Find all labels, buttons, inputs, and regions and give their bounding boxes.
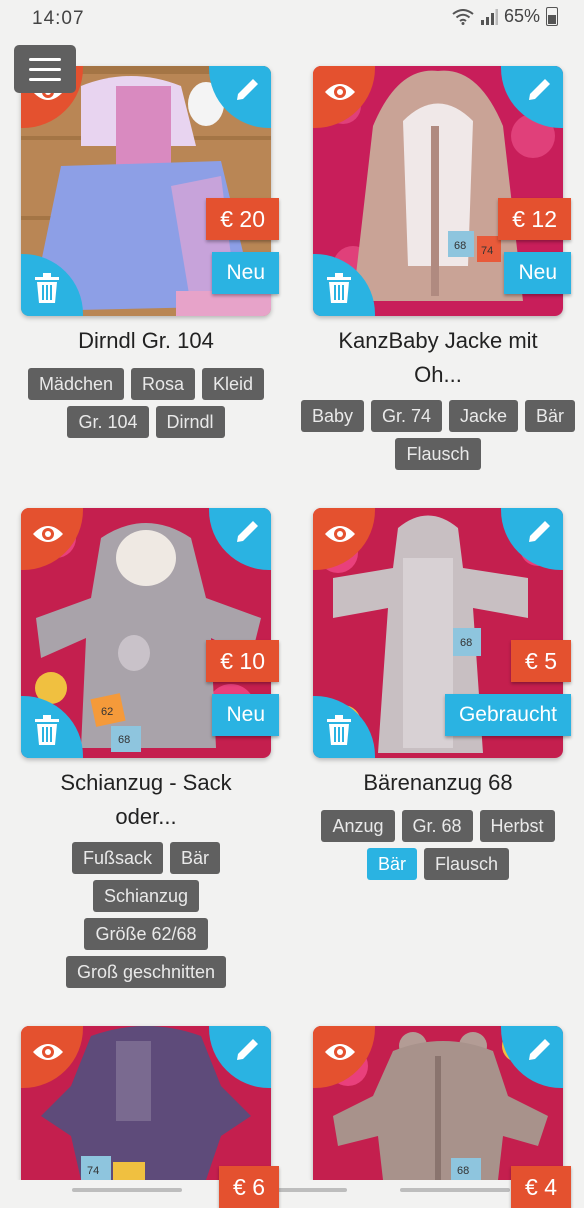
- battery-percent: 65%: [503, 6, 540, 26]
- tag-list: Anzug Gr. 68 Herbst Bär Flausch: [293, 810, 583, 880]
- status-bar: 14:07 65%: [0, 0, 584, 36]
- status-time: 14:07: [32, 8, 85, 29]
- photo-label: 74: [481, 245, 493, 257]
- item-title[interactable]: Bärenanzug 68: [303, 766, 573, 800]
- price-badge: € 10: [206, 640, 279, 682]
- tag[interactable]: Gr. 74: [370, 400, 442, 432]
- tag-selected[interactable]: Bär: [366, 848, 417, 880]
- photo-label: 68: [454, 240, 466, 252]
- nav-recents-indicator[interactable]: [400, 1188, 510, 1192]
- price-badge: € 12: [498, 198, 571, 240]
- item-title[interactable]: KanzBaby Jacke mit Oh...: [323, 324, 553, 392]
- item-title[interactable]: Schianzug - Sack oder...: [41, 766, 251, 834]
- tag[interactable]: Flausch: [395, 438, 481, 470]
- tag[interactable]: Flausch: [423, 848, 510, 880]
- tag[interactable]: Baby: [300, 400, 364, 432]
- tag-list: Baby Gr. 74 Jacke Bär Flausch: [293, 400, 583, 470]
- photo-label: 74: [87, 1165, 99, 1177]
- eye-icon: [325, 526, 355, 542]
- photo-label: 62: [101, 706, 113, 718]
- price-badge: € 5: [511, 640, 571, 682]
- price-badge: € 4: [511, 1166, 571, 1208]
- pencil-icon: [529, 1039, 550, 1060]
- pencil-icon: [237, 521, 258, 542]
- tag[interactable]: Fußsack: [71, 842, 163, 874]
- tag[interactable]: Rosa: [131, 368, 196, 400]
- tag[interactable]: Dirndl: [155, 406, 225, 438]
- photo-label: 68: [118, 734, 130, 746]
- signal-icon: [480, 8, 498, 25]
- tag[interactable]: Schianzug: [92, 880, 200, 912]
- item-title[interactable]: Dirndl Gr. 104: [11, 324, 281, 358]
- eye-icon: [325, 84, 355, 100]
- system-nav-bar: [0, 1180, 584, 1200]
- tag-list: Mädchen Rosa Kleid Gr. 104 Dirndl: [1, 368, 291, 438]
- eye-icon: [325, 1044, 355, 1060]
- tag[interactable]: Gr. 104: [67, 406, 149, 438]
- tag[interactable]: Bär: [525, 400, 576, 432]
- price-badge: € 6: [219, 1166, 279, 1208]
- photo-label: 68: [460, 637, 472, 649]
- price-badge: € 20: [206, 198, 279, 240]
- tag[interactable]: Mädchen: [27, 368, 124, 400]
- trash-icon: [327, 273, 351, 303]
- trash-icon: [327, 715, 351, 745]
- pencil-icon: [529, 79, 550, 100]
- tag[interactable]: Kleid: [202, 368, 265, 400]
- photo-label: 68: [457, 1165, 469, 1177]
- battery-icon: [546, 7, 558, 26]
- trash-icon: [35, 273, 59, 303]
- pencil-icon: [237, 79, 258, 100]
- nav-back-indicator[interactable]: [72, 1188, 182, 1192]
- condition-badge: Neu: [212, 252, 279, 294]
- condition-badge: Neu: [212, 694, 279, 736]
- item-photo[interactable]: 68: [313, 1026, 563, 1180]
- trash-icon: [35, 715, 59, 745]
- pencil-icon: [237, 1039, 258, 1060]
- tag[interactable]: Herbst: [479, 810, 555, 842]
- eye-icon: [33, 1044, 63, 1060]
- hamburger-menu-icon[interactable]: [14, 45, 76, 93]
- tag[interactable]: Größe 62/68: [84, 918, 208, 950]
- tag[interactable]: Anzug: [321, 810, 395, 842]
- tag[interactable]: Groß geschnitten: [65, 956, 227, 988]
- pencil-icon: [529, 521, 550, 542]
- item-photo[interactable]: 74: [21, 1026, 271, 1180]
- condition-badge: Neu: [504, 252, 571, 294]
- eye-icon: [33, 526, 63, 542]
- tag[interactable]: Jacke: [449, 400, 519, 432]
- condition-badge: Gebraucht: [444, 694, 571, 736]
- tag-list: Fußsack Bär Schianzug Größe 62/68 Groß g…: [31, 842, 261, 988]
- wifi-icon: [452, 8, 474, 25]
- tag[interactable]: Gr. 68: [401, 810, 473, 842]
- tag[interactable]: Bär: [170, 842, 221, 874]
